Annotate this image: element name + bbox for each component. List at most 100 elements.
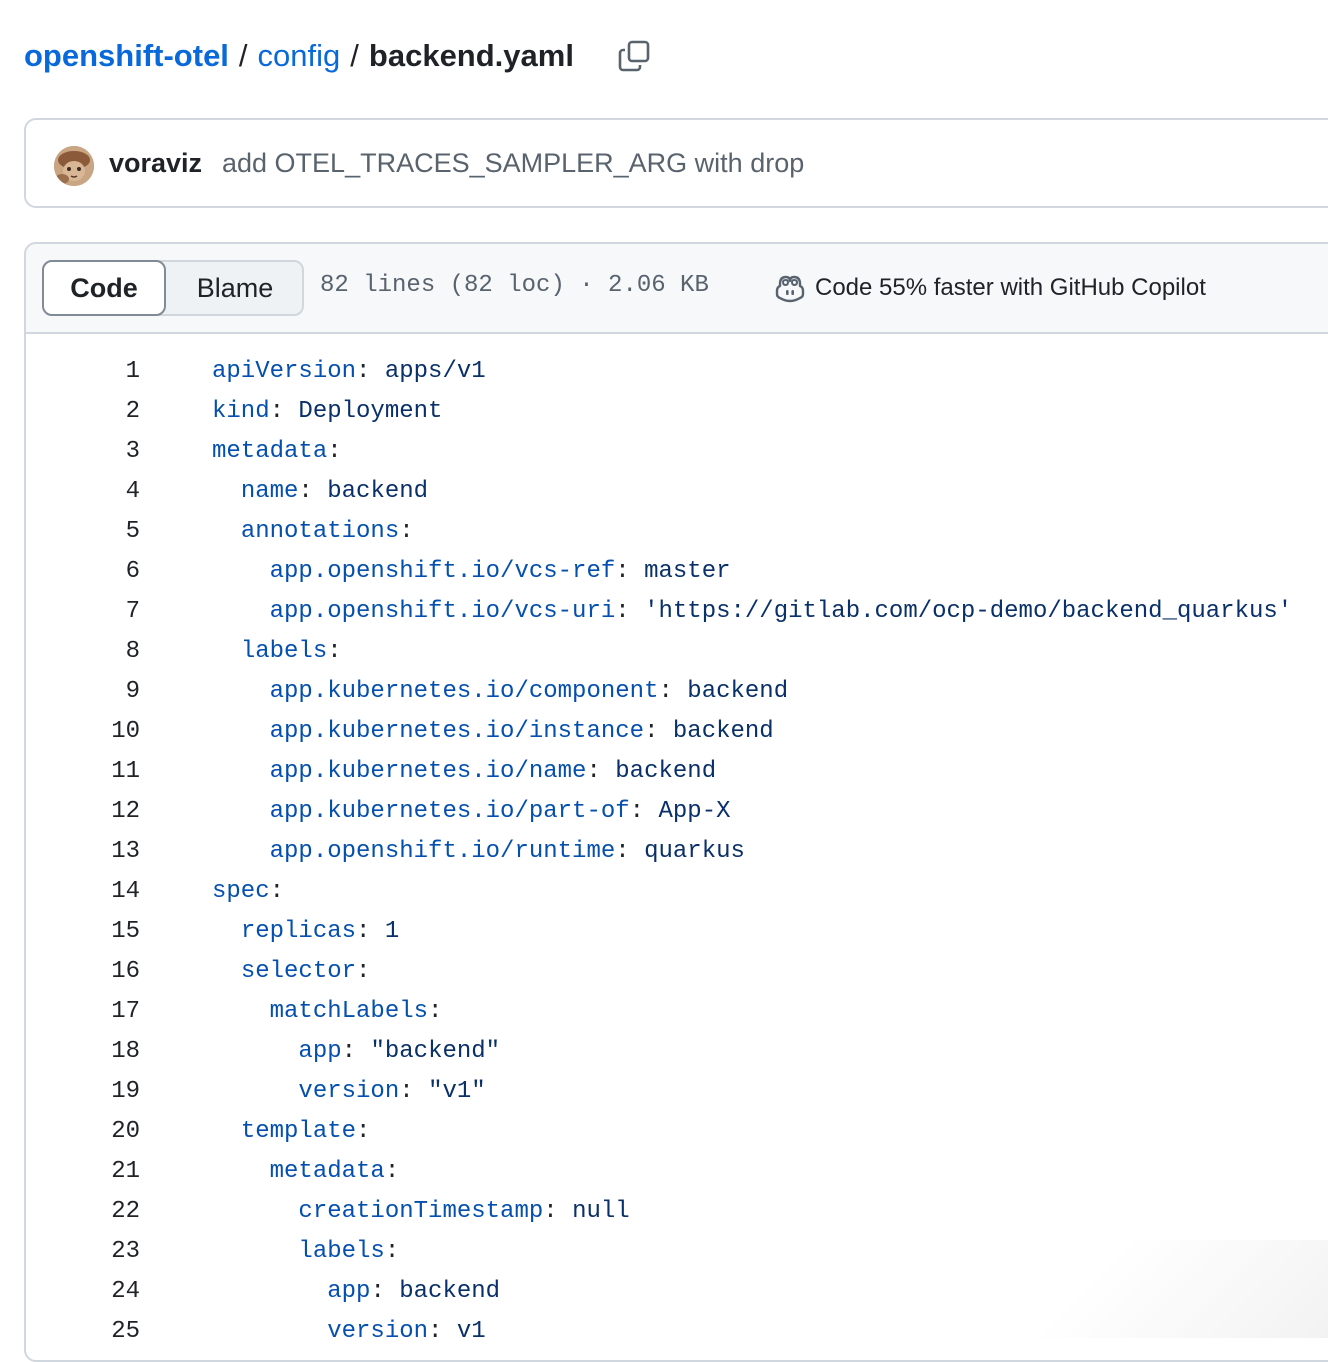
breadcrumb-folder-link[interactable]: config xyxy=(258,38,341,74)
yaml-value: 'https://gitlab.com/ocp-demo/backend_qua… xyxy=(644,598,1293,625)
code-line: 18 app: "backend" xyxy=(26,1032,1328,1072)
code-text: replicas: 1 xyxy=(212,912,399,952)
tab-code[interactable]: Code xyxy=(42,260,166,316)
line-number[interactable]: 21 xyxy=(26,1152,140,1192)
code-line: 13 app.openshift.io/runtime: quarkus xyxy=(26,832,1328,872)
line-number[interactable]: 10 xyxy=(26,712,140,752)
line-number[interactable]: 1 xyxy=(26,352,140,392)
code-text: kind: Deployment xyxy=(212,392,442,432)
code-text: labels: xyxy=(212,632,342,672)
view-mode-toggle: Code Blame xyxy=(42,260,304,316)
line-number[interactable]: 25 xyxy=(26,1312,140,1352)
line-number[interactable]: 13 xyxy=(26,832,140,872)
yaml-colon: : xyxy=(615,598,630,625)
code-line: 21 metadata: xyxy=(26,1152,1328,1192)
line-number[interactable]: 8 xyxy=(26,632,140,672)
code-line: 25 version: v1 xyxy=(26,1312,1328,1352)
yaml-colon: : xyxy=(543,1198,558,1225)
code-text: apiVersion: apps/v1 xyxy=(212,352,486,392)
yaml-key: metadata xyxy=(269,1158,385,1185)
code-area[interactable]: 1 apiVersion: apps/v1 2 kind: Deployment 3 me… xyxy=(26,352,1328,1352)
line-number[interactable]: 11 xyxy=(26,752,140,792)
line-number[interactable]: 7 xyxy=(26,592,140,632)
commit-message-link[interactable]: add OTEL_TRACES_SAMPLER_ARG with drop xyxy=(222,148,804,179)
copy-path-button[interactable] xyxy=(612,34,656,78)
yaml-colon: : xyxy=(428,998,443,1025)
yaml-colon: : xyxy=(586,758,601,785)
line-number[interactable]: 6 xyxy=(26,552,140,592)
line-number[interactable]: 2 xyxy=(26,392,140,432)
latest-commit-bar: voraviz add OTEL_TRACES_SAMPLER_ARG with… xyxy=(24,118,1328,208)
yaml-value: backend xyxy=(327,478,429,505)
copilot-promo-link[interactable]: Code 55% faster with GitHub Copilot xyxy=(774,270,1206,306)
line-number[interactable]: 16 xyxy=(26,952,140,992)
code-line: 9 app.kubernetes.io/component: backend xyxy=(26,672,1328,712)
yaml-key: labels xyxy=(240,638,328,665)
yaml-key: annotations xyxy=(240,518,400,545)
code-text: app: "backend" xyxy=(212,1032,500,1072)
code-line: 6 app.openshift.io/vcs-ref: master xyxy=(26,552,1328,592)
yaml-value: v1 xyxy=(456,1318,486,1345)
yaml-colon: : xyxy=(327,638,342,665)
yaml-value: backend xyxy=(615,758,717,785)
code-text: creationTimestamp: null xyxy=(212,1192,629,1232)
breadcrumb-separator: / xyxy=(238,38,248,73)
avatar[interactable] xyxy=(54,146,94,186)
code-line: 5 annotations: xyxy=(26,512,1328,552)
code-text: app.kubernetes.io/instance: backend xyxy=(212,712,774,752)
tab-blame[interactable]: Blame xyxy=(166,262,304,314)
line-number[interactable]: 23 xyxy=(26,1232,140,1272)
yaml-key: app.openshift.io/vcs-uri xyxy=(269,598,616,625)
yaml-key: template xyxy=(240,1118,357,1145)
breadcrumb-file-name: backend.yaml xyxy=(368,38,574,73)
yaml-value: quarkus xyxy=(644,838,745,865)
line-number[interactable]: 4 xyxy=(26,472,140,512)
yaml-key: metadata xyxy=(212,438,328,465)
code-text: annotations: xyxy=(212,512,414,552)
yaml-key: app.kubernetes.io/component xyxy=(269,678,659,705)
yaml-colon: : xyxy=(399,518,414,545)
yaml-value: apps/v1 xyxy=(384,358,486,385)
code-text: metadata: xyxy=(212,1152,400,1192)
code-line: 10 app.kubernetes.io/instance: backend xyxy=(26,712,1328,752)
line-number[interactable]: 3 xyxy=(26,432,140,472)
line-number[interactable]: 19 xyxy=(26,1072,140,1112)
yaml-colon: : xyxy=(356,918,371,945)
line-number[interactable]: 17 xyxy=(26,992,140,1032)
line-number[interactable]: 18 xyxy=(26,1032,140,1072)
commit-author-link[interactable]: voraviz xyxy=(109,148,202,179)
line-number[interactable]: 15 xyxy=(26,912,140,952)
code-text: app: backend xyxy=(212,1272,500,1312)
yaml-value: backend xyxy=(687,678,789,705)
code-text: metadata: xyxy=(212,432,342,472)
yaml-key: kind xyxy=(212,398,270,425)
yaml-key: spec xyxy=(212,878,270,905)
line-number[interactable]: 5 xyxy=(26,512,140,552)
yaml-colon: : xyxy=(428,1318,443,1345)
yaml-colon: : xyxy=(356,358,371,385)
code-text: app.openshift.io/runtime: quarkus xyxy=(212,832,745,872)
line-number[interactable]: 9 xyxy=(26,672,140,712)
yaml-key: app.kubernetes.io/part-of xyxy=(269,798,630,825)
yaml-key: app.kubernetes.io/name xyxy=(269,758,587,785)
line-number[interactable]: 20 xyxy=(26,1112,140,1152)
breadcrumb-repo-link[interactable]: openshift-otel xyxy=(24,38,229,74)
line-number[interactable]: 12 xyxy=(26,792,140,832)
breadcrumb: openshift-otel / config / backend.yaml xyxy=(24,34,574,78)
code-line: 7 app.openshift.io/vcs-uri: 'https://git… xyxy=(26,592,1328,632)
yaml-colon: : xyxy=(644,718,659,745)
line-number[interactable]: 24 xyxy=(26,1272,140,1312)
code-text: app.openshift.io/vcs-uri: 'https://gitla… xyxy=(212,592,1293,632)
line-number[interactable]: 22 xyxy=(26,1192,140,1232)
line-number[interactable]: 14 xyxy=(26,872,140,912)
